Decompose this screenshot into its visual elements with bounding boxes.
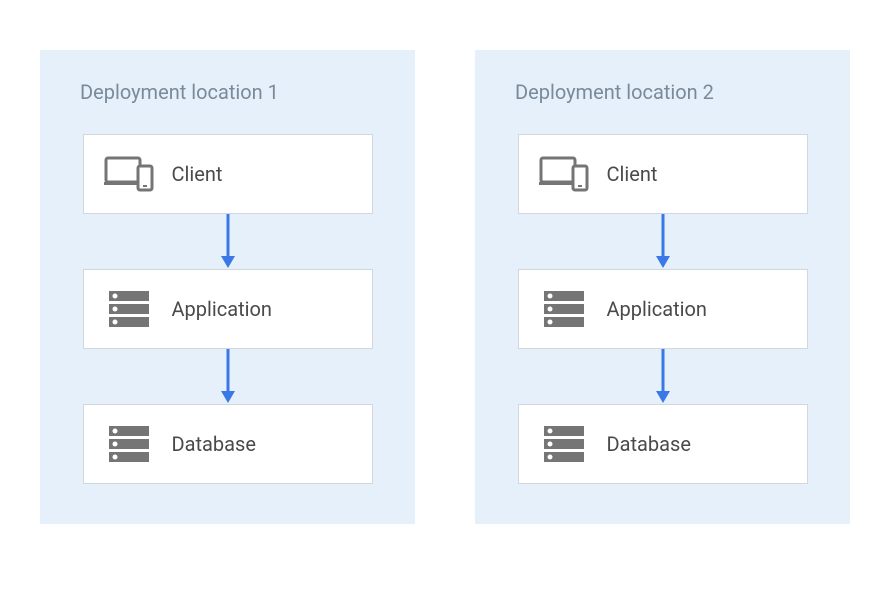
- deployment-panel-2: Deployment location 2 Client: [475, 50, 850, 524]
- arrow-down-icon: [653, 349, 673, 404]
- server-icon: [104, 419, 154, 469]
- node-label: Client: [172, 162, 223, 186]
- client-node: Client: [518, 134, 808, 214]
- application-node: Application: [518, 269, 808, 349]
- devices-icon: [104, 149, 154, 199]
- deployment-title: Deployment location 2: [505, 80, 714, 104]
- node-label: Database: [172, 432, 256, 456]
- node-label: Client: [607, 162, 658, 186]
- devices-icon: [539, 149, 589, 199]
- database-node: Database: [518, 404, 808, 484]
- server-icon: [539, 284, 589, 334]
- node-label: Application: [607, 297, 707, 321]
- node-label: Application: [172, 297, 272, 321]
- database-node: Database: [83, 404, 373, 484]
- application-node: Application: [83, 269, 373, 349]
- arrow-down-icon: [218, 349, 238, 404]
- client-node: Client: [83, 134, 373, 214]
- deployment-title: Deployment location 1: [70, 80, 279, 104]
- server-icon: [104, 284, 154, 334]
- deployment-panel-1: Deployment location 1 Client: [40, 50, 415, 524]
- arrow-down-icon: [653, 214, 673, 269]
- server-icon: [539, 419, 589, 469]
- arrow-down-icon: [218, 214, 238, 269]
- node-label: Database: [607, 432, 691, 456]
- diagram-container: Deployment location 1 Client: [0, 0, 890, 574]
